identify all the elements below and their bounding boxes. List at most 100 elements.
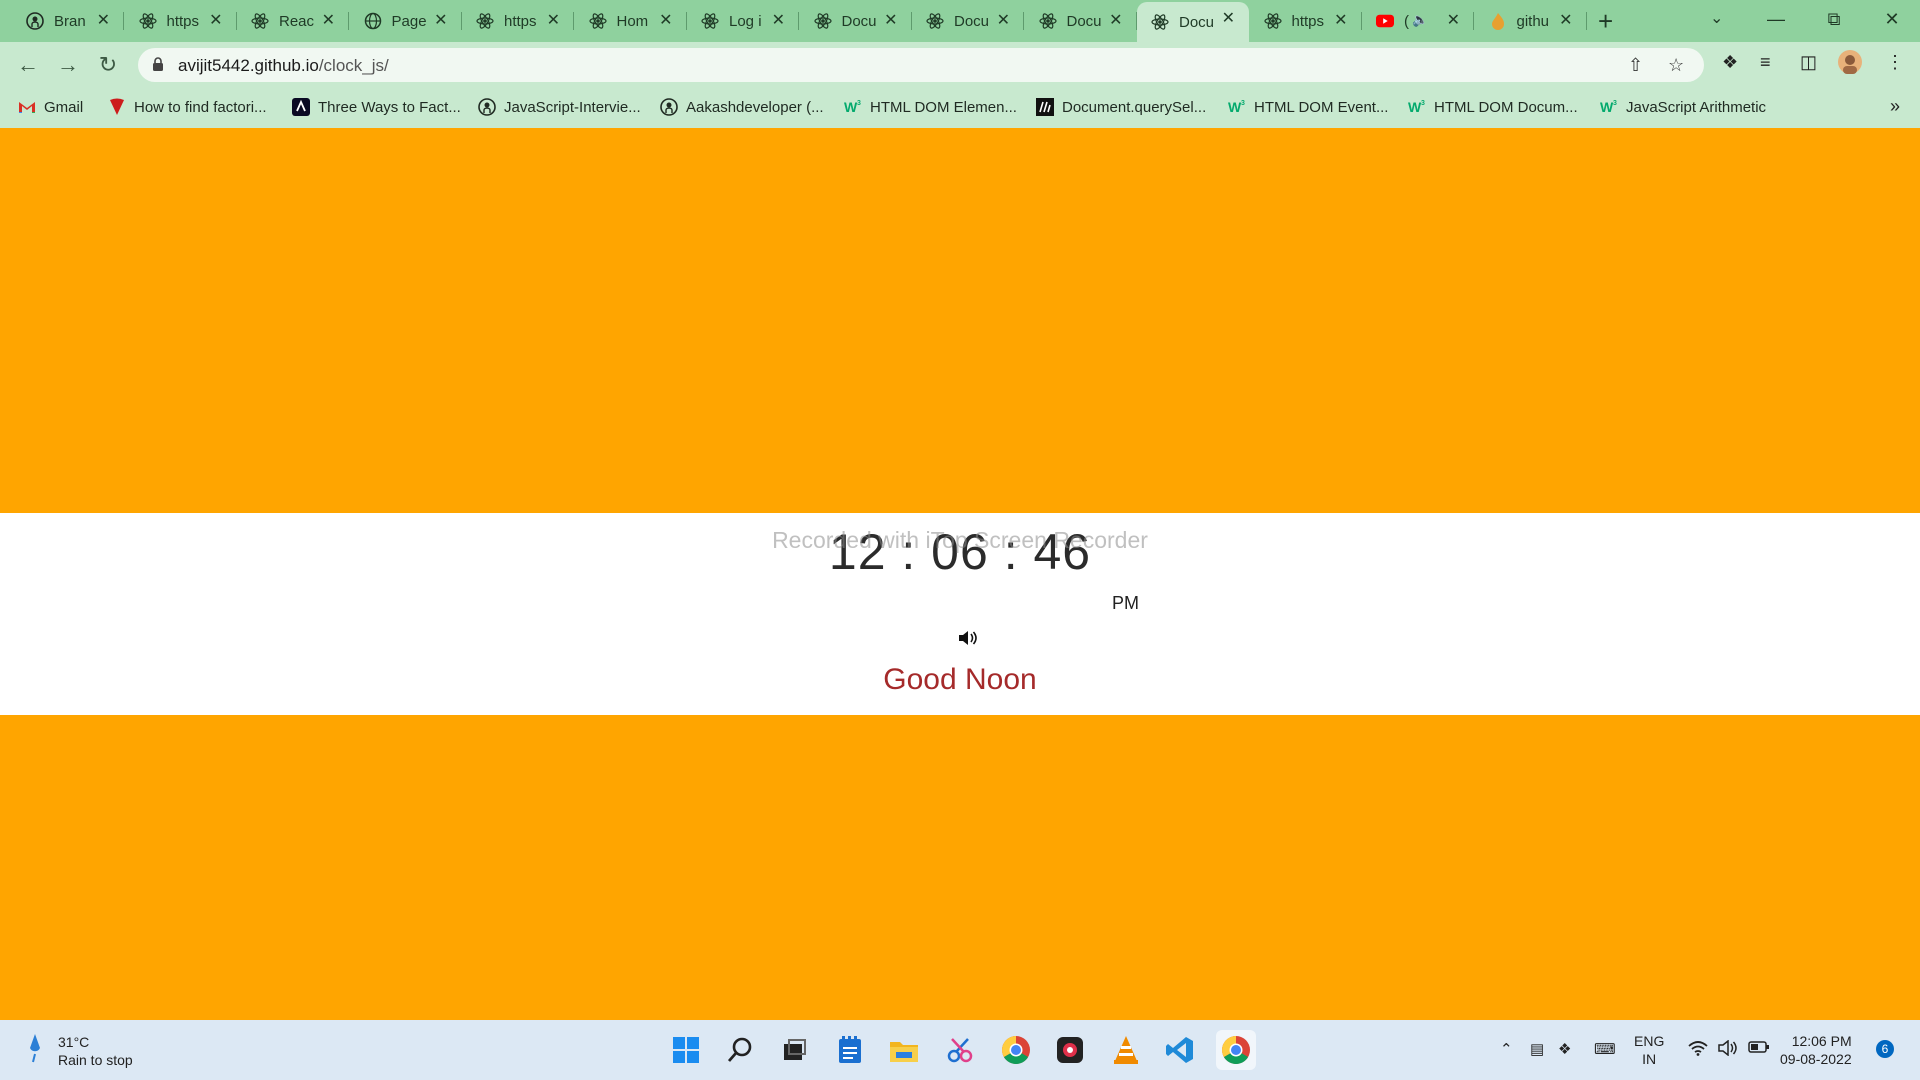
bookmark-item[interactable]: W 3 JavaScript Arithmetic (1600, 98, 1766, 116)
tab-close-icon[interactable]: ✕ (97, 13, 110, 29)
speaker-icon[interactable] (958, 630, 978, 651)
vlc-icon[interactable] (1108, 1032, 1144, 1068)
notepad-icon[interactable] (832, 1032, 868, 1068)
tab-search-icon[interactable]: ⌄ (1710, 8, 1723, 28)
github-icon (26, 12, 44, 30)
tab-close-icon[interactable]: ✕ (997, 13, 1010, 29)
tab-close-icon[interactable]: ✕ (209, 13, 222, 29)
restore-button[interactable]: ⧉ (1806, 4, 1862, 34)
profile-avatar[interactable] (1838, 50, 1862, 79)
vscode-icon[interactable] (1162, 1032, 1198, 1068)
bookmark-item[interactable]: Document.querySel... (1036, 98, 1206, 116)
forward-button[interactable]: → (54, 52, 82, 80)
bookmark-item[interactable]: W 3 HTML DOM Event... (1228, 98, 1388, 116)
browser-tab[interactable]: https ✕ (1250, 4, 1362, 38)
browser-tab[interactable]: githu ✕ (1475, 4, 1587, 38)
reload-button[interactable]: ↻ (94, 52, 122, 80)
browser-tab[interactable]: Docu ✕ (1025, 4, 1137, 38)
browser-tab[interactable]: https ✕ (125, 4, 237, 38)
github-icon (660, 98, 678, 116)
bookmark-item[interactable]: Gmail (18, 98, 83, 116)
media-control-icon[interactable]: ≡ (1760, 52, 1771, 73)
github-icon (478, 98, 496, 116)
show-hidden-icons-icon[interactable]: ⌃ (1500, 1040, 1513, 1058)
volume-icon[interactable] (1718, 1039, 1738, 1060)
tab-title: Docu (1066, 12, 1102, 30)
bookmark-label: Three Ways to Fact... (318, 98, 461, 116)
browser-tab[interactable]: Log i ✕ (687, 4, 799, 38)
browser-tab[interactable]: Reac ✕ (237, 4, 349, 38)
tesla-icon (108, 98, 126, 116)
file-explorer-icon[interactable] (886, 1032, 922, 1068)
rain-icon (28, 1032, 42, 1069)
chrome-active-icon[interactable] (1216, 1030, 1256, 1070)
browser-tab[interactable]: Docu ✕ (912, 4, 1024, 38)
browser-tab[interactable]: Docu ✕ (800, 4, 912, 38)
start-windows-icon[interactable] (668, 1032, 704, 1068)
extensions-icon[interactable]: ❖ (1722, 52, 1738, 73)
tab-close-icon[interactable]: ✕ (772, 13, 785, 29)
tab-close-icon[interactable]: ✕ (659, 13, 672, 29)
dropbox-icon[interactable]: ❖ (1558, 1040, 1571, 1058)
browser-tab[interactable]: Hom ✕ (575, 4, 687, 38)
bookmark-item[interactable]: W 3 HTML DOM Docum... (1408, 98, 1578, 116)
tab-close-icon[interactable]: ✕ (547, 13, 560, 29)
tab-close-icon[interactable]: ✕ (322, 13, 335, 29)
tab-close-icon[interactable]: ✕ (1447, 13, 1460, 29)
tab-title: Reac (279, 12, 315, 30)
share-icon[interactable]: ⇧ (1628, 55, 1643, 76)
react-icon (1263, 12, 1282, 30)
menu-kebab-icon[interactable]: ⋮ (1886, 52, 1904, 73)
tab-title: Page (391, 12, 427, 30)
browser-tab[interactable]: Docu ✕ (1137, 2, 1249, 42)
language-indicator[interactable]: ENG IN (1634, 1032, 1664, 1068)
url-text[interactable]: avijit5442.github.io/clock_js/ (178, 56, 389, 76)
url-path: /clock_js/ (318, 56, 389, 75)
page-content: 12 : 06 : 46 Recorded with iTop Screen R… (0, 128, 1920, 1020)
bookmark-label: HTML DOM Elemen... (870, 98, 1017, 116)
weather-widget[interactable]: 31°C Rain to stop (28, 1032, 133, 1069)
bookmark-star-icon[interactable]: ☆ (1668, 55, 1684, 76)
react-icon (1038, 12, 1057, 30)
side-panel-icon[interactable]: ◫ (1800, 52, 1817, 73)
bookmark-item[interactable]: Three Ways to Fact... (292, 98, 461, 116)
browser-tab[interactable]: Page ✕ (350, 4, 462, 38)
bookmark-item[interactable]: W 3 HTML DOM Elemen... (844, 98, 1017, 116)
svg-text:W: W (1408, 99, 1422, 115)
react-icon (138, 12, 157, 30)
tab-close-icon[interactable]: ✕ (884, 13, 897, 29)
tab-close-icon[interactable]: ✕ (1559, 13, 1572, 29)
task-view-icon[interactable] (776, 1032, 812, 1068)
lock-icon[interactable] (152, 57, 164, 77)
tab-close-icon[interactable]: ✕ (1109, 13, 1122, 29)
bookmark-item[interactable]: How to find factori... (108, 98, 267, 116)
screen-recorder-icon[interactable] (1052, 1032, 1088, 1068)
taskbar-clock[interactable]: 12:06 PM 09-08-2022 (1780, 1032, 1852, 1068)
gmail-icon (18, 98, 36, 116)
wifi-icon[interactable] (1688, 1040, 1708, 1060)
browser-tab[interactable]: Bran ✕ (12, 4, 124, 38)
search-icon[interactable] (722, 1032, 758, 1068)
bookmarks-overflow-icon[interactable]: » (1890, 96, 1900, 117)
tab-close-icon[interactable]: ✕ (1334, 13, 1347, 29)
close-window-button[interactable]: ✕ (1864, 4, 1920, 34)
youtube-icon (1376, 12, 1394, 30)
bookmark-item[interactable]: Aakashdeveloper (... (660, 98, 824, 116)
keyboard-icon[interactable]: ⌨ (1594, 1040, 1616, 1058)
tab-close-icon[interactable]: ✕ (434, 13, 447, 29)
battery-icon[interactable] (1748, 1040, 1770, 1058)
tab-close-icon[interactable]: ✕ (1222, 11, 1235, 27)
browser-tab[interactable]: (🔈 ✕ (1362, 4, 1474, 38)
minimize-button[interactable]: — (1748, 4, 1804, 34)
back-button[interactable]: ← (14, 52, 42, 80)
snipping-tool-icon[interactable] (942, 1032, 978, 1068)
taskbar-time: 12:06 PM (1791, 1033, 1852, 1049)
network-share-icon[interactable]: ▤ (1530, 1040, 1544, 1058)
address-bar[interactable]: avijit5442.github.io/clock_js/ ⇧ ☆ (138, 48, 1704, 82)
notification-badge[interactable]: 6 (1876, 1040, 1894, 1058)
new-tab-button[interactable]: + (1598, 6, 1613, 37)
tab-audio-icon[interactable]: 🔈 (1412, 12, 1428, 28)
bookmark-item[interactable]: JavaScript-Intervie... (478, 98, 641, 116)
browser-tab[interactable]: https ✕ (462, 4, 574, 38)
chrome-icon[interactable] (998, 1032, 1034, 1068)
